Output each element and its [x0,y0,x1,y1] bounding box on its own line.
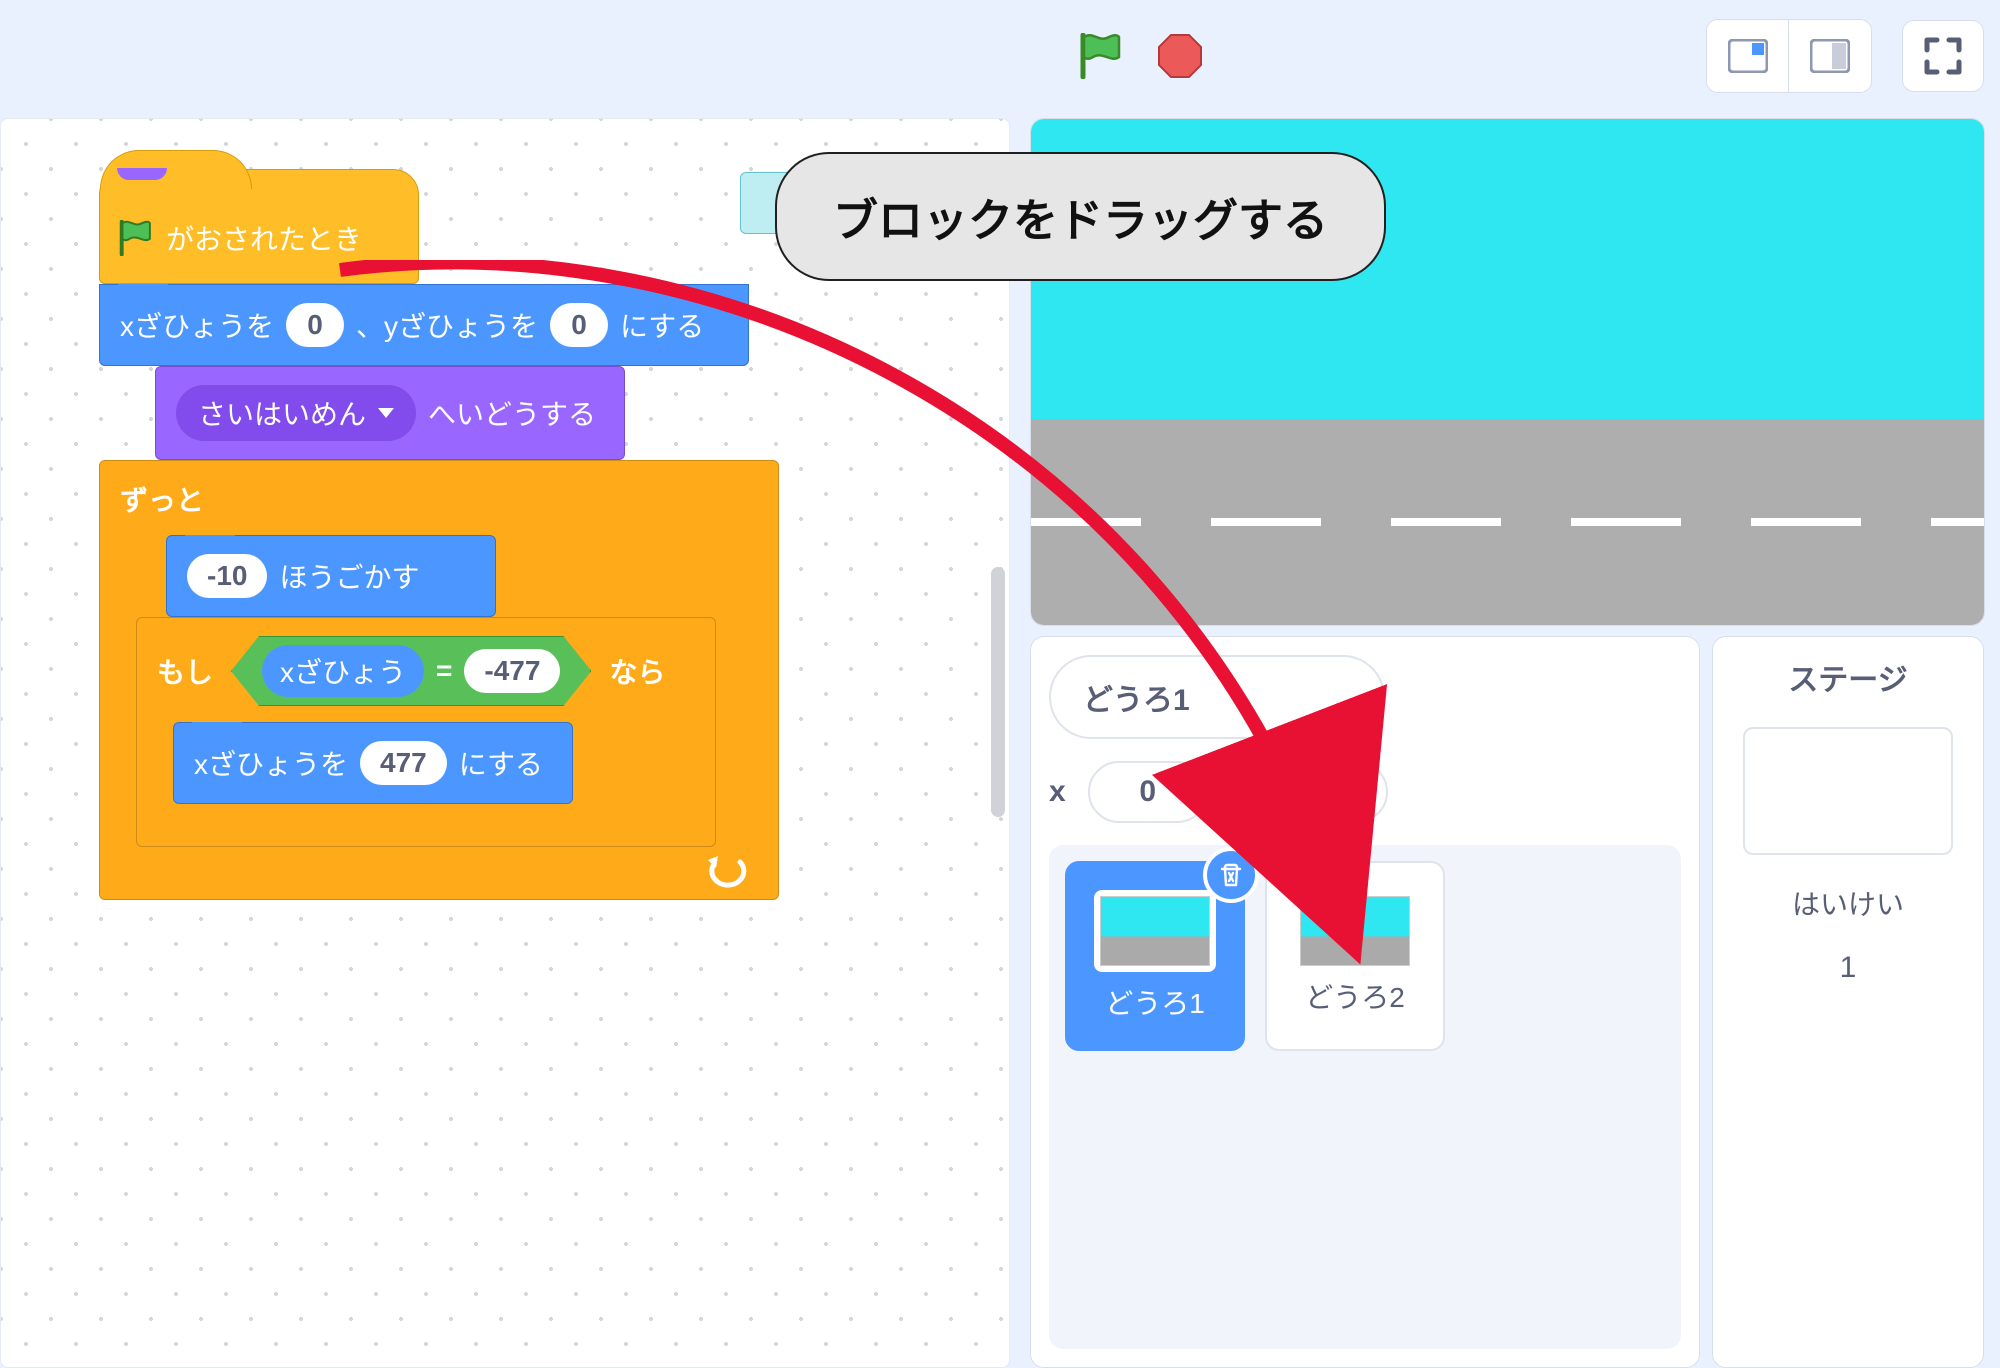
layer-post: へいどうする [428,393,596,433]
forever-label: ずっと [100,475,778,535]
stage-size-small-button[interactable] [1707,20,1789,92]
script-workspace[interactable]: がおされたとき xざひょうを 0 、yざひょうを 0 にする さいはいめん へい… [0,118,1010,1368]
goto-pre: xざひょうを [120,305,274,345]
go-to-xy-block[interactable]: xざひょうを 0 、yざひょうを 0 にする [99,284,749,366]
when-flag-clicked-block[interactable]: がおされたとき [99,169,419,284]
fullscreen-button[interactable] [1902,20,1984,92]
goto-mid: 、yざひょうを [356,305,538,345]
stage-panel: ステージ はいけい 1 [1712,636,1984,1368]
sprite-x-input[interactable]: 0 [1088,761,1208,823]
sprite-thumb [1300,896,1410,966]
backdrop-label: はいけい [1792,883,1904,923]
goto-y-input[interactable]: 0 [550,303,608,347]
block-stack[interactable]: がおされたとき xざひょうを 0 、yざひょうを 0 にする さいはいめん へい… [99,169,779,900]
sprite-info-panel: どうろ1 x 0 y 0 どうろ1 どうろ2 [1030,636,1700,1368]
go-to-layer-block[interactable]: さいはいめん へいどうする [155,366,625,460]
setx-pre: xざひょうを [194,743,348,783]
small-stage-icon [1728,39,1768,73]
trash-icon [1217,861,1245,889]
move-amount-input[interactable]: -10 [187,554,267,598]
stop-button[interactable] [1150,26,1210,86]
green-flag-icon [118,220,152,256]
large-stage-icon [1810,39,1850,73]
stage-panel-title: ステージ [1788,655,1907,699]
sprite-delete-button[interactable] [1203,847,1259,903]
sprite-item-douro2[interactable]: どうろ2 [1265,861,1445,1051]
stage-size-toggle [1706,19,1872,93]
x-position-reporter[interactable]: xざひょう [262,645,424,697]
equals-op: = [436,655,452,687]
if-then: なら [609,651,665,691]
layer-dropdown-label: さいはいめん [198,393,366,433]
move-post: ほうごかす [279,556,419,596]
sprite-item-label: どうろ1 [1105,982,1205,1022]
sprite-item-label: どうろ2 [1305,976,1405,1016]
setx-value-input[interactable]: 477 [360,741,447,785]
if-label: もし [157,651,213,691]
equals-value-input[interactable]: -477 [464,649,560,693]
sprite-x-label: x [1049,775,1066,809]
goto-x-input[interactable]: 0 [286,303,344,347]
chevron-down-icon [378,408,394,418]
workspace-scrollbar[interactable] [991,567,1005,817]
stage-road [1031,419,1984,625]
green-flag-icon [1079,33,1121,79]
loop-arrow-icon [704,856,748,890]
backdrop-count: 1 [1840,951,1857,985]
stop-icon [1157,33,1203,79]
green-flag-button[interactable] [1070,26,1130,86]
sprite-y-label: y [1230,775,1247,809]
stage-thumbnail[interactable] [1743,727,1953,855]
setx-post: にする [459,743,543,783]
goto-post: にする [620,305,704,345]
hat-label: がおされたとき [166,218,362,258]
tutorial-callout: ブロックをドラッグする [775,152,1386,281]
stage-size-large-button[interactable] [1789,20,1871,92]
sprite-y-input[interactable]: 0 [1268,761,1388,823]
equals-operator-block[interactable]: xざひょう = -477 [231,636,591,706]
sprite-thumb [1100,896,1210,966]
set-x-block[interactable]: xざひょうを 477 にする [173,722,573,804]
sprite-list: どうろ1 どうろ2 [1049,845,1681,1349]
if-block[interactable]: もし xざひょう = -477 なら xざひょうを 477 [136,617,716,847]
move-steps-block[interactable]: -10 ほうごかす [166,535,496,617]
forever-block[interactable]: ずっと -10 ほうごかす もし xざひょう = -477 [99,460,779,900]
sprite-item-douro1[interactable]: どうろ1 [1065,861,1245,1051]
fullscreen-icon [1923,36,1963,76]
sprite-name-input[interactable]: どうろ1 [1049,655,1385,739]
layer-dropdown[interactable]: さいはいめん [176,385,416,441]
